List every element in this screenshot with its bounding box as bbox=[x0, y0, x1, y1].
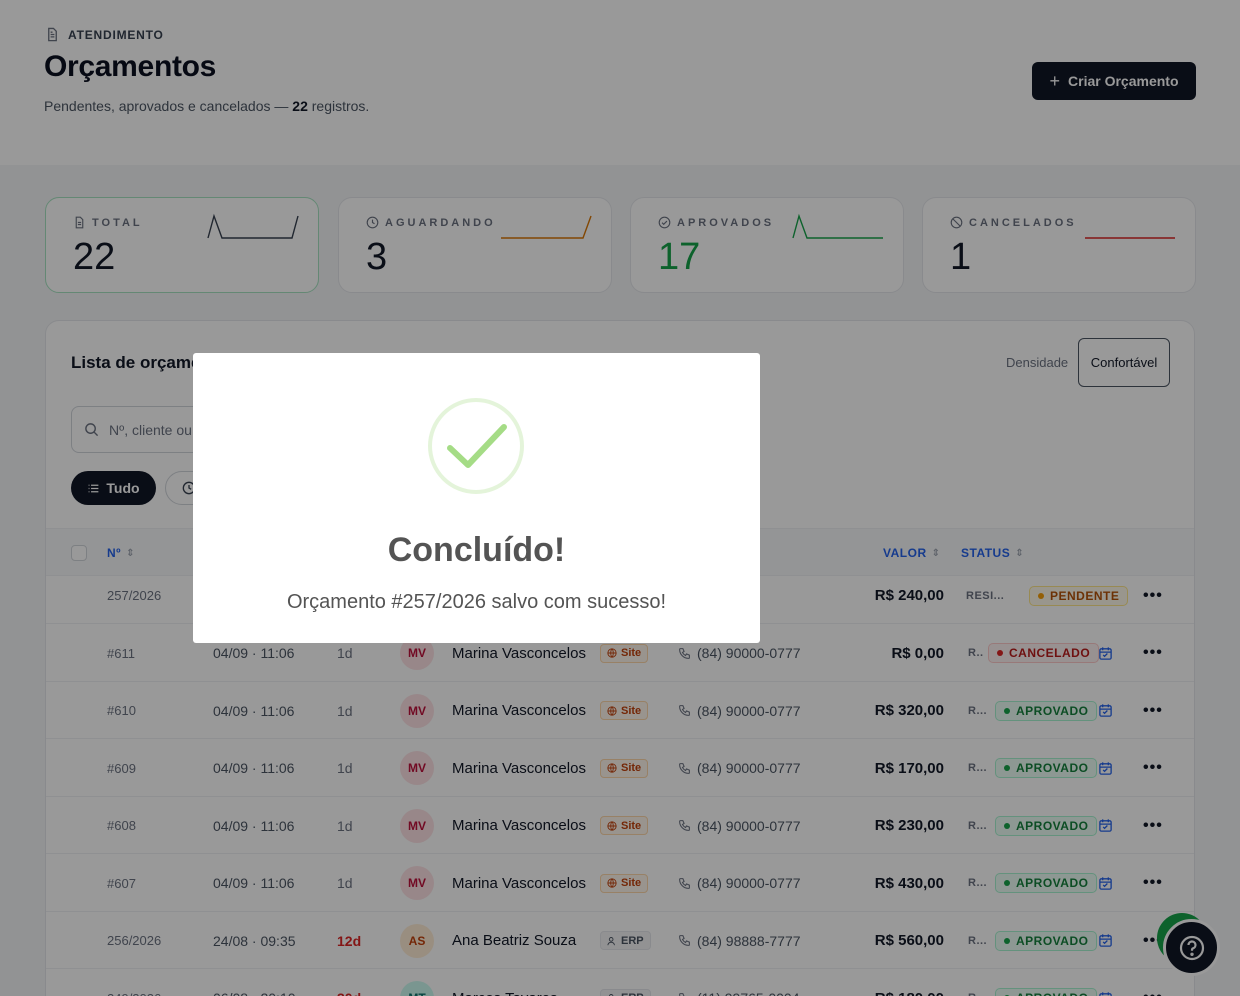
success-dialog: Concluído! Orçamento #257/2026 salvo com… bbox=[193, 353, 760, 643]
dialog-title: Concluído! bbox=[387, 531, 566, 569]
dialog-message: Orçamento #257/2026 salvo com sucesso! bbox=[286, 591, 667, 613]
success-check-icon bbox=[428, 398, 524, 494]
page: ATENDIMENTO Orçamentos Pendentes, aprova… bbox=[0, 0, 1240, 996]
